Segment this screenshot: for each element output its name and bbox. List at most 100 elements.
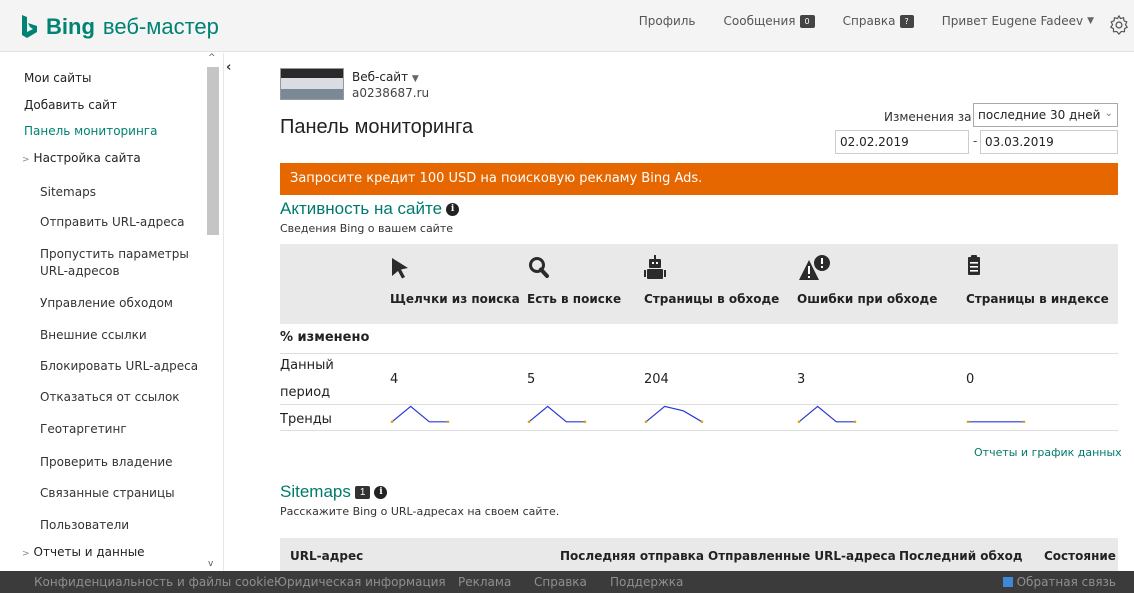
- logo-subtitle: веб-мастер: [102, 14, 219, 39]
- column-header-url[interactable]: URL-адрес: [290, 549, 363, 563]
- metric-in-search-label: Есть в поиске: [527, 292, 622, 306]
- sidebar-item-geo-targeting[interactable]: Геотаргетинг: [40, 422, 127, 436]
- site-selector-label: Веб-сайт: [352, 70, 409, 84]
- info-icon[interactable]: i: [374, 486, 388, 500]
- collapse-sidebar-icon[interactable]: ‹: [226, 60, 231, 75]
- scroll-thumb[interactable]: [207, 67, 219, 235]
- bing-ads-promo-banner[interactable]: Запросите кредит 100 USD на поисковую ре…: [280, 163, 1118, 195]
- sidebar-scrollbar[interactable]: ^ v: [206, 53, 220, 571]
- date-to-field[interactable]: 03.03.2019: [980, 130, 1118, 154]
- metric-indexed: Страницы в индексе: [966, 254, 1109, 306]
- feedback-button[interactable]: Обратная связь: [1002, 575, 1116, 589]
- info-icon[interactable]: i: [446, 203, 460, 217]
- trend-sparkline[interactable]: [966, 400, 1026, 426]
- scroll-up-icon[interactable]: ^: [208, 53, 216, 63]
- sitemaps-count-badge: 1: [354, 486, 371, 500]
- trend-endpoint: [853, 420, 857, 424]
- sidebar-item-my-sites[interactable]: Мои сайты: [24, 71, 92, 85]
- page-title: Панель мониторинга: [280, 116, 474, 138]
- sidebar-item-ignore-params-2[interactable]: URL-адресов: [40, 264, 120, 278]
- trend-endpoint: [583, 420, 587, 424]
- trend-endpoint: [1022, 420, 1026, 424]
- sitemaps-section-title: Sitemaps 1 i: [280, 482, 388, 502]
- sidebar-item-dashboard[interactable]: Панель мониторинга: [24, 124, 157, 138]
- change-period-select[interactable]: последние 30 дней ⌄: [973, 103, 1118, 127]
- column-header-last-submitted[interactable]: Последняя отправка: [560, 549, 704, 563]
- sidebar-group-site-config-label: Настройка сайта: [33, 151, 141, 165]
- sidebar-item-users[interactable]: Пользователи: [40, 518, 129, 532]
- sidebar-item-sitemaps[interactable]: Sitemaps: [40, 185, 96, 199]
- metric-crawled-label: Страницы в обходе: [644, 292, 780, 306]
- nav-help[interactable]: Справка?: [843, 14, 914, 28]
- row-period-label-2: период: [280, 385, 331, 400]
- sitemaps-title-text: Sitemaps: [280, 482, 351, 501]
- robot-icon: [644, 255, 666, 279]
- metric-crawled: Страницы в обходе: [644, 254, 779, 306]
- footer-link-legal[interactable]: Юридическая информация: [274, 575, 446, 589]
- feedback-icon: [1002, 577, 1013, 587]
- trend-endpoint: [390, 420, 394, 424]
- footer-link-help[interactable]: Справка: [534, 575, 587, 589]
- sidebar-item-disavow-links[interactable]: Отказаться от ссылок: [40, 390, 180, 404]
- column-header-submitted-urls[interactable]: Отправленные URL-адреса: [708, 549, 896, 563]
- trend-sparkline[interactable]: [797, 400, 857, 426]
- trend-sparkline[interactable]: [527, 400, 587, 426]
- top-header: Bing веб-мастер Профиль Сообщения 0 Справ…: [0, 0, 1134, 52]
- scroll-down-icon[interactable]: v: [208, 559, 213, 569]
- activity-title-text: Активность на сайте: [280, 199, 443, 218]
- row-percent-change-label: % изменено: [280, 330, 370, 345]
- trend-endpoint: [527, 420, 531, 424]
- metric-indexed-label: Страницы в индексе: [966, 292, 1109, 306]
- gear-icon[interactable]: [1108, 14, 1130, 36]
- trend-endpoint: [700, 420, 704, 424]
- row-divider: [280, 430, 1118, 431]
- date-separator: -: [973, 134, 978, 148]
- metric-clicks: Щелчки из поиска: [390, 254, 520, 306]
- trend-line: [391, 405, 448, 423]
- chevron-right-icon: >: [22, 549, 30, 559]
- trend-sparkline[interactable]: [390, 400, 450, 426]
- sidebar-item-crawl-control[interactable]: Управление обходом: [40, 296, 173, 310]
- site-thumbnail[interactable]: [280, 68, 344, 100]
- footer-link-privacy[interactable]: Конфиденциальность и файлы cookie: [34, 575, 274, 589]
- header-nav: Профиль Сообщения 0 Справка? Привет Eugen…: [639, 14, 1094, 28]
- nav-profile-label: Профиль: [638, 14, 696, 28]
- change-period-value: последние 30 дней: [978, 108, 1101, 122]
- logo-text: Bing: [46, 14, 95, 39]
- nav-profile[interactable]: Профиль: [639, 14, 696, 28]
- trend-endpoint: [797, 420, 801, 424]
- change-period-label: Изменения за: [884, 110, 972, 124]
- sitemaps-table-header: URL-адрес Последняя отправка Отправленны…: [280, 538, 1118, 571]
- sidebar-item-add-site[interactable]: Добавить сайт: [24, 98, 117, 112]
- trend-sparkline[interactable]: [644, 400, 704, 426]
- sidebar-group-reports[interactable]: > Отчеты и данные: [22, 545, 145, 559]
- sidebar-item-ignore-params[interactable]: Пропустить параметры: [40, 247, 189, 261]
- sidebar-item-connected-pages[interactable]: Связанные страницы: [40, 486, 175, 500]
- sidebar-item-submit-urls[interactable]: Отправить URL-адреса: [40, 215, 185, 229]
- nav-messages[interactable]: Сообщения 0: [724, 14, 815, 28]
- sidebar-group-site-config[interactable]: > Настройка сайта: [22, 151, 141, 165]
- footer-link-advertise[interactable]: Реклама: [458, 575, 511, 589]
- nav-user-menu[interactable]: Привет Eugene Fadeev ▼: [942, 14, 1094, 28]
- date-from-field[interactable]: 02.02.2019: [835, 130, 969, 154]
- trend-line: [798, 405, 855, 423]
- column-header-status[interactable]: Состояние: [1044, 549, 1116, 563]
- bing-webmaster-logo[interactable]: Bing веб-мастер: [20, 14, 219, 40]
- row-trends-label: Тренды: [280, 412, 332, 427]
- trend-endpoint: [644, 420, 648, 424]
- column-header-last-crawled[interactable]: Последний обход: [899, 549, 1023, 563]
- site-selector[interactable]: Веб-сайт ▼: [352, 70, 419, 84]
- sidebar-item-verify-ownership[interactable]: Проверить владение: [40, 455, 173, 469]
- nav-help-label: Справка: [842, 14, 896, 28]
- chevron-down-icon: ⌄: [1104, 108, 1113, 119]
- chevron-down-icon: ▼: [411, 74, 419, 84]
- sidebar-item-inbound-links[interactable]: Внешние ссылки: [40, 328, 147, 342]
- metric-clicks-value: 4: [390, 372, 399, 387]
- sidebar-item-block-urls[interactable]: Блокировать URL-адреса: [40, 359, 198, 373]
- footer-link-support[interactable]: Поддержка: [610, 575, 683, 589]
- row-period-label-1: Данный: [280, 358, 334, 373]
- footer: Конфиденциальность и файлы cookie Юридич…: [0, 571, 1134, 593]
- reports-and-data-link[interactable]: Отчеты и график данных: [974, 446, 1122, 459]
- trend-line: [528, 405, 585, 423]
- chevron-right-icon: >: [22, 155, 30, 165]
